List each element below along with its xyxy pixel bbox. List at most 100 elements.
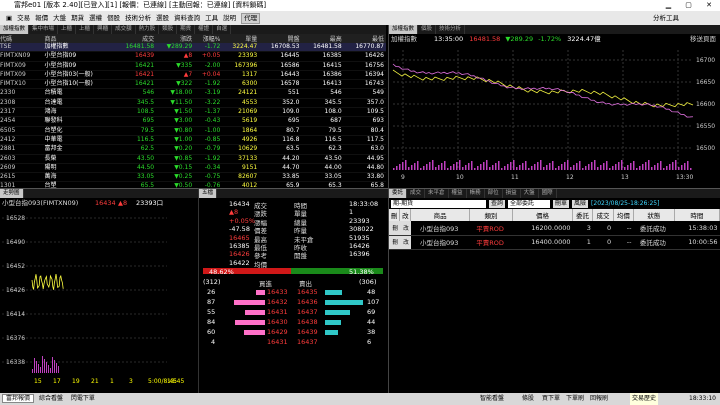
modify-order-button[interactable]: 改: [399, 235, 411, 249]
menu-item[interactable]: 工具: [205, 11, 218, 25]
delete-order-button[interactable]: 刪: [389, 221, 400, 235]
status-buy-order[interactable]: 買下單: [542, 393, 560, 405]
quote-cell: 4926: [222, 135, 260, 146]
table-row[interactable]: 2881 富邦金 62.5 ▼0.20 -0.79 10629 63.5 62.3 63.0: [0, 144, 386, 155]
tab-index[interactable]: 加權指數: [0, 25, 30, 34]
status-order-refresh[interactable]: 下單刷: [566, 393, 584, 405]
orders-col-header[interactable]: 委託: [572, 209, 594, 221]
table-row[interactable]: 6505 台塑化 79.5 ▼0.80 -1.00 1864 80.7 79.5 80.4: [0, 126, 386, 136]
tab-emerging[interactable]: 興櫃: [94, 25, 113, 34]
delete-order-button[interactable]: 刪: [389, 235, 400, 249]
table-row[interactable]: FIMTX10 小型台指10(一般) 16421 ▼322 -1.92 6300 16578…: [0, 79, 386, 90]
quote-cell: 台積電: [44, 88, 114, 99]
orders-col-header[interactable]: 類別: [469, 209, 514, 221]
quote-col-header[interactable]: 最低: [343, 34, 386, 43]
quote-col-header[interactable]: 開盤: [259, 34, 302, 43]
quote-col-header[interactable]: 漲跌: [156, 34, 195, 43]
tab-warrants[interactable]: 權證: [195, 25, 214, 34]
tab-otc[interactable]: 上櫃: [58, 25, 77, 34]
menu-item[interactable]: 技術分析: [125, 11, 151, 25]
delete-order-button[interactable]: 刪單: [553, 199, 570, 208]
tab-positions[interactable]: 部位: [485, 189, 503, 198]
tab-technical[interactable]: 技術分析: [436, 25, 466, 34]
table-row[interactable]: TSE 加權指數 16481.58 ▼289.29 -1.72 3224.47 16708.…: [0, 43, 386, 53]
menu-item[interactable]: 報價: [35, 11, 48, 25]
menu-item[interactable]: 選權: [89, 11, 102, 25]
volume-bar: [44, 359, 45, 373]
tab-intl[interactable]: 國際: [539, 189, 557, 198]
table-row[interactable]: 刪改小型台指093 平賣ROD 16200.0000 3 0 -- 委託成功 15:38:03: [389, 221, 720, 235]
tab-pnl[interactable]: 損益: [503, 189, 521, 198]
tab-otc2[interactable]: 上櫃: [76, 25, 95, 34]
detail-value: -47.58: [229, 225, 250, 234]
transfer-page-link[interactable]: 移送頁面: [690, 34, 716, 44]
table-row[interactable]: FIMTX09 小型台指09 16421 ▼335 -2.00 167396 16586 16…: [0, 61, 386, 71]
risk-button[interactable]: 風險: [572, 199, 589, 208]
status-smart-monitor[interactable]: 智能看盤: [480, 393, 504, 405]
status-tab-quick-order[interactable]: 閃電下單: [68, 395, 98, 402]
tab-futures[interactable]: 期貨: [177, 25, 196, 34]
tab-hot[interactable]: 熱力股: [136, 25, 160, 34]
query-button[interactable]: 查詢: [489, 199, 506, 208]
menu-item[interactable]: 期貨: [71, 11, 84, 25]
table-row[interactable]: 2317 鴻海 108.5 ▼1.50 -1.37 21069 109.0 108.0 109.…: [0, 107, 386, 118]
menu-item[interactable]: 選股: [156, 11, 169, 25]
table-row[interactable]: FIMTX09 小型台指03(一般) 16421 ▲7 +0.04 1317 16443 16…: [0, 70, 386, 81]
status-bar-stocks[interactable]: 條股: [522, 393, 534, 405]
quote-col-header[interactable]: 商品: [44, 34, 114, 43]
table-row[interactable]: 2330 台積電 546 ▼18.00 -3.19 24121 551 546 549: [0, 88, 386, 99]
tab-watchlist[interactable]: 自選: [213, 25, 232, 34]
tab-index-chart[interactable]: 加權指數: [389, 25, 419, 34]
tab-stock[interactable]: 個股: [418, 25, 437, 34]
quote-cell: 79.5: [113, 126, 157, 136]
orders-col-header[interactable]: 成交: [592, 209, 614, 221]
tab-turnover[interactable]: 成交額: [112, 25, 136, 34]
tab-orders[interactable]: 委託: [389, 189, 408, 198]
tab-five-levels[interactable]: 五檔: [199, 189, 218, 198]
menu-item[interactable]: 交易: [17, 11, 30, 25]
status-tab-quote[interactable]: 富邦報價: [2, 394, 35, 403]
tab-fills[interactable]: 成交: [407, 189, 426, 198]
status-trade-history[interactable]: 交易歷史: [630, 393, 659, 405]
tab-market[interactable]: 集中市場: [29, 25, 59, 34]
table-row[interactable]: 2609 陽明 44.50 ▼0.15 -0.34 9151 44.70 44.00 44.80: [0, 163, 386, 174]
quote-col-header[interactable]: 成交: [113, 34, 157, 43]
quote-col-header[interactable]: 單量: [222, 34, 260, 43]
orders-col-header[interactable]: 商品: [410, 209, 470, 221]
tab-accounts[interactable]: 帳務: [467, 189, 485, 198]
tab-sector[interactable]: 類股: [159, 25, 178, 34]
account-select[interactable]: 期-期貨: [391, 199, 486, 208]
tab-trend[interactable]: 走勢圖: [0, 189, 24, 198]
orders-col-header[interactable]: 均價: [613, 209, 634, 221]
orders-col-header[interactable]: 狀態: [633, 209, 675, 221]
analysis-tools-menu[interactable]: 分析工具: [653, 11, 679, 25]
window-controls[interactable]: ▁ ▢ ✕: [666, 0, 718, 11]
menu-item[interactable]: 資料查詢: [174, 11, 200, 25]
menu-item[interactable]: 說明: [223, 11, 236, 25]
tab-equity[interactable]: 權益: [449, 189, 467, 198]
filter-select[interactable]: 全部委託: [508, 199, 551, 208]
quote-col-header[interactable]: 最高: [301, 34, 344, 43]
menu-item[interactable]: 個股: [107, 11, 120, 25]
table-row[interactable]: 2308 台達電 345.5 ▼11.50 -3.22 4553 352.0 345.5 357…: [0, 98, 386, 109]
proxy-button[interactable]: 代理: [241, 12, 261, 24]
table-row[interactable]: 2603 長榮 43.50 ▼0.85 -1.92 37133 44.20 43.50 44.9…: [0, 154, 386, 164]
quote-col-header[interactable]: 漲幅%: [194, 34, 223, 43]
menu-item[interactable]: 大盤: [53, 11, 66, 25]
quote-col-header[interactable]: 代碼: [0, 34, 45, 43]
status-report-refresh[interactable]: 回報刷: [590, 393, 608, 405]
table-row[interactable]: 2412 中華電 116.5 ▼1.00 -0.85 4926 116.8 116.5 117.…: [0, 135, 386, 146]
tab-market[interactable]: 大盤: [521, 189, 539, 198]
orders-col-header[interactable]: 刪: [389, 209, 401, 221]
table-row[interactable]: 2615 萬海 33.05 ▼0.25 -0.75 82607 33.85 33.05 33.8…: [0, 172, 386, 183]
orders-col-header[interactable]: 價格: [512, 209, 573, 221]
orders-col-header[interactable]: 改: [399, 209, 412, 221]
orders-col-header[interactable]: 時間: [674, 209, 720, 221]
tab-open-position[interactable]: 未平倉: [425, 189, 449, 198]
table-row[interactable]: 2454 聯發科 695 ▼3.00 -0.43 5619 695 687 693: [0, 116, 386, 127]
table-row[interactable]: FIMTXN09 小型台指09 16439 ▲8 +0.05 23393 16445 1638…: [0, 51, 386, 62]
table-row[interactable]: 刪改小型台指093 平賣ROD 16400.0000 1 0 -- 委託成功 10:00:56: [389, 235, 720, 249]
modify-order-button[interactable]: 改: [399, 221, 411, 235]
status-tab-overview[interactable]: 綜合看盤: [36, 395, 66, 402]
quote-cell: 16586: [259, 61, 302, 71]
